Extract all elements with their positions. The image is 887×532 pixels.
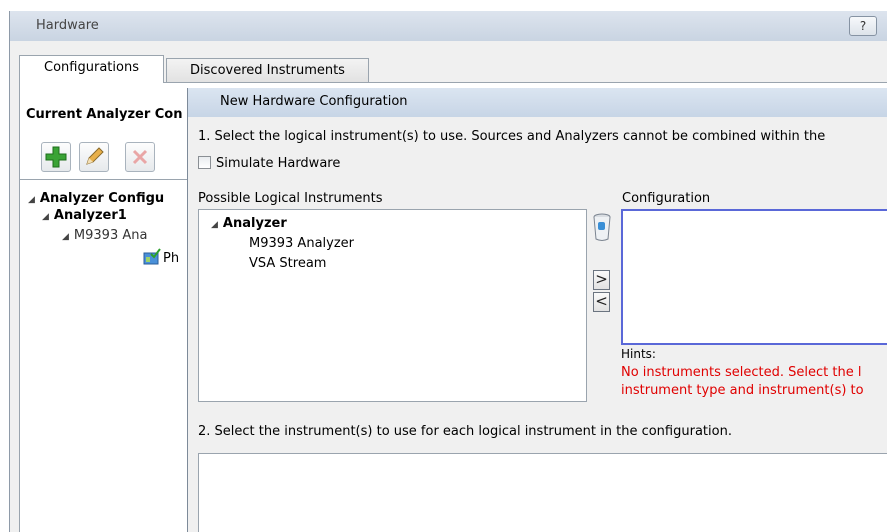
hints-line-2: instrument type and instrument(s) to (621, 383, 864, 398)
add-button[interactable] (41, 142, 71, 172)
trash-icon (593, 213, 611, 241)
plus-icon (45, 146, 67, 168)
dialog-titlebar: New Hardware Configuration (188, 88, 887, 117)
move-left-button[interactable]: < (593, 292, 610, 312)
instrument-icon (143, 248, 161, 265)
expand-triangle-icon: ◢ (42, 212, 49, 222)
dialog-title: New Hardware Configuration (220, 94, 408, 109)
expand-triangle-icon: ◢ (62, 232, 69, 242)
expand-triangle-icon: ◢ (28, 195, 35, 205)
pencil-icon (86, 147, 104, 165)
list-item-m9393-analyzer[interactable]: M9393 Analyzer (249, 236, 354, 251)
hardware-titlebar: Hardware ? (10, 11, 887, 41)
hints-label: Hints: (621, 347, 656, 361)
possible-instruments-label: Possible Logical Instruments (198, 191, 383, 206)
tab-configurations[interactable]: Configurations (19, 55, 164, 83)
help-icon: ? (859, 19, 867, 33)
tree-item-analyzer-config[interactable]: ◢ Analyzer Configu (28, 191, 164, 206)
list-item-vsa-stream[interactable]: VSA Stream (249, 256, 326, 271)
instrument-selection-box[interactable] (198, 453, 887, 532)
step1-instructions: 1. Select the logical instrument(s) to u… (198, 129, 826, 144)
tree-item-analyzer1[interactable]: ◢ Analyzer1 (42, 208, 127, 223)
possible-instruments-list[interactable]: ◢ Analyzer M9393 Analyzer VSA Stream (198, 209, 587, 402)
configuration-tree: ◢ Analyzer Configu ◢ Analyzer1 ◢ M9393 Ana … (20, 179, 200, 532)
hints-text: No instruments selected. Select the l in… (621, 364, 864, 400)
checkbox-box[interactable] (198, 156, 211, 169)
help-button[interactable]: ? (849, 16, 877, 36)
new-hardware-config-dialog: New Hardware Configuration 1. Select the… (187, 88, 887, 532)
delete-button[interactable] (125, 142, 155, 172)
step2-instructions: 2. Select the instrument(s) to use for e… (198, 424, 732, 439)
list-item-analyzer[interactable]: ◢ Analyzer (211, 216, 287, 231)
window-title: Hardware (36, 18, 99, 33)
expand-triangle-icon: ◢ (211, 220, 218, 230)
tree-item-ph[interactable]: Ph (143, 248, 179, 266)
move-right-button[interactable]: > (593, 270, 610, 290)
edit-button[interactable] (79, 142, 109, 172)
simulate-hardware-checkbox[interactable]: Simulate Hardware (198, 156, 340, 171)
current-analyzer-config-label: Current Analyzer Con (26, 107, 183, 122)
clear-button[interactable] (592, 212, 612, 242)
close-icon (132, 149, 148, 165)
hints-line-1: No instruments selected. Select the l (621, 365, 862, 380)
tree-item-m9393[interactable]: ◢ M9393 Ana (62, 228, 147, 243)
configuration-list[interactable] (621, 209, 887, 345)
tab-discovered-instruments[interactable]: Discovered Instruments (166, 58, 369, 82)
configuration-label: Configuration (622, 191, 711, 206)
